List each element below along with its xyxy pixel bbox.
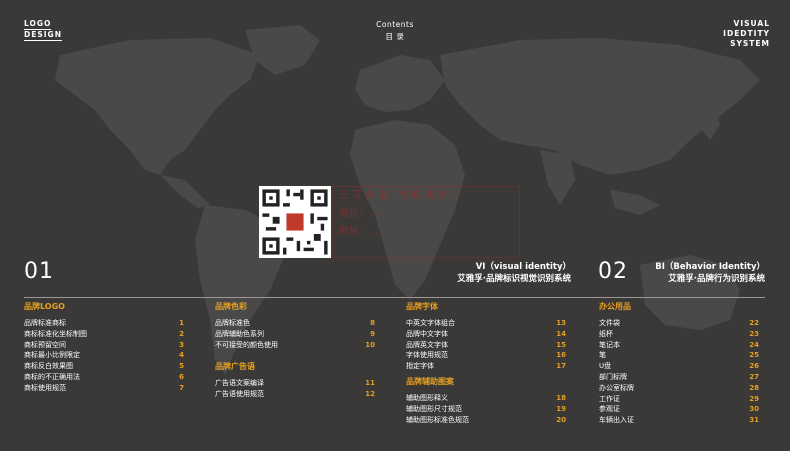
- toc-column-font-pattern: 品牌字体 中英文字体组合 13 品牌中文字体 14 品牌英文字体 15 字体使用规范 1…: [406, 301, 566, 425]
- section-divider: [24, 297, 765, 298]
- toc-item[interactable]: 辅助图形尺寸规范 19: [406, 404, 566, 415]
- toc-column-color-slogan: 品牌色彩 品牌标准色 8 品牌辅助色系列 9 不可接受的颜色使用 10 品牌广告语 广…: [215, 301, 375, 400]
- toc-item[interactable]: 参观证 30: [599, 404, 759, 415]
- toc-item[interactable]: 品牌标准商标 1: [24, 318, 184, 329]
- toc-item[interactable]: 字体使用规范 16: [406, 350, 566, 361]
- section-bi-title-en: BI（Behavior Identity）: [655, 262, 765, 272]
- section-number-01: 01: [24, 259, 54, 284]
- toc-column-logo: 品牌LOGO 品牌标准商标 1 商标标准化坐标制图 2 商标预留空间 3 商标最小比例…: [24, 301, 184, 394]
- toc-item[interactable]: 纸杯 23: [599, 329, 759, 340]
- contents-en: Contents: [376, 20, 414, 29]
- toc-column-office: 办公用品 文件袋 22 纸杯 23 笔记本 24 笔 25 U盘 26 部门标牌 27 办公…: [599, 301, 759, 426]
- toc-item[interactable]: 笔记本 24: [599, 340, 759, 351]
- section-vi-header: VI（visual identity） 艾雅孚·品牌标识视觉识别系统: [380, 261, 571, 285]
- category-brand-color: 品牌色彩: [215, 302, 247, 311]
- idedtity-text: IDEDTITY: [723, 29, 770, 38]
- toc-item[interactable]: 辅助图形释义 18: [406, 393, 566, 404]
- contents-cn: 目 录: [385, 32, 405, 41]
- toc-item[interactable]: 商标使用规范 7: [24, 383, 184, 394]
- design-text: DESIGN: [24, 30, 62, 41]
- toc-item[interactable]: 商标反白效果图 5: [24, 361, 184, 372]
- section-vi-title-en: VI（visual identity）: [475, 262, 571, 272]
- toc-item[interactable]: 不可接受的颜色使用 10: [215, 340, 375, 351]
- toc-item[interactable]: 办公室标牌 28: [599, 383, 759, 394]
- toc-item[interactable]: 文件袋 22: [599, 318, 759, 329]
- toc-item[interactable]: 品牌辅助色系列 9: [215, 329, 375, 340]
- toc-item[interactable]: 中英文字体组合 13: [406, 318, 566, 329]
- toc-item[interactable]: 车辆出入证 31: [599, 415, 759, 426]
- contents-title: Contents 目 录: [345, 19, 445, 43]
- toc-item[interactable]: 指定字体 17: [406, 361, 566, 372]
- category-brand-pattern: 品牌辅助图案: [406, 376, 454, 386]
- section-bi-header: BI（Behavior Identity） 艾雅孚·品牌行为识别系统: [620, 261, 765, 285]
- toc-item[interactable]: 商标预留空间 3: [24, 340, 184, 351]
- toc-item[interactable]: 笔 25: [599, 350, 759, 361]
- toc-item[interactable]: 工作证 29: [599, 394, 759, 405]
- toc-item[interactable]: 商标最小比例限定 4: [24, 350, 184, 361]
- toc-item[interactable]: 商标标准化坐标制图 2: [24, 329, 184, 340]
- logo-design-label: LOGO DESIGN: [24, 19, 62, 41]
- toc-item[interactable]: 广告语使用规范 12: [215, 389, 375, 400]
- visual-identity-label: VISUAL IDEDTITY SYSTEM: [723, 19, 770, 49]
- toc-item[interactable]: 品牌标准色 8: [215, 318, 375, 329]
- category-office-supplies: 办公用品: [599, 302, 631, 311]
- toc-item[interactable]: U盘 26: [599, 361, 759, 372]
- visual-text: VISUAL: [733, 19, 770, 28]
- category-brand-logo: 品牌LOGO: [24, 302, 65, 311]
- toc-item[interactable]: 广告语文案编译 11: [215, 378, 375, 389]
- section-vi-title-cn: 艾雅孚·品牌标识视觉识别系统: [457, 274, 571, 284]
- toc-item[interactable]: 部门标牌 27: [599, 372, 759, 383]
- toc-item[interactable]: 辅助图形标准色规范 20: [406, 415, 566, 426]
- system-text: SYSTEM: [730, 39, 770, 48]
- toc-item[interactable]: 品牌英文字体 15: [406, 340, 566, 351]
- section-bi-title-cn: 艾雅孚·品牌行为识别系统: [668, 274, 765, 284]
- toc-item[interactable]: 品牌中文字体 14: [406, 329, 566, 340]
- logo-text: LOGO: [24, 19, 52, 30]
- toc-item[interactable]: 商标的不正确用法 6: [24, 372, 184, 383]
- qr-code-icon: [259, 186, 331, 258]
- watermark-stamp: 三 艾 众 品 · 牌 原 商 务 ... 电话：... 网址：...: [332, 186, 520, 258]
- category-brand-font: 品牌字体: [406, 302, 438, 311]
- category-brand-slogan: 品牌广告语: [215, 362, 255, 372]
